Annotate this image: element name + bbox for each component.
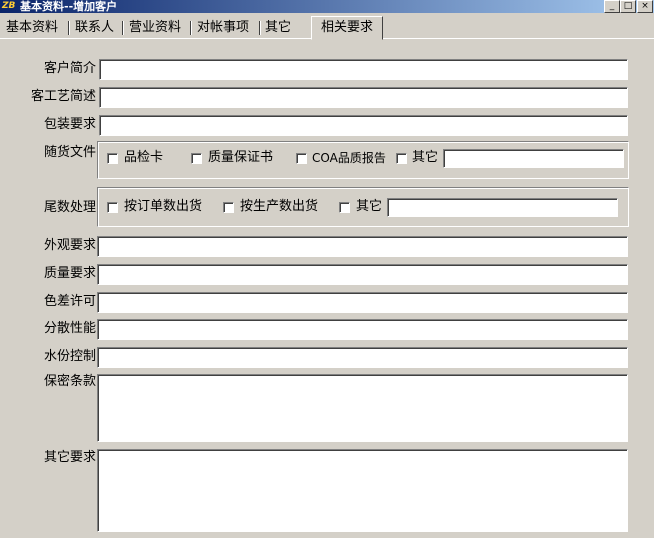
- qc-card-label: 品检卡: [124, 150, 164, 165]
- tab-requirements[interactable]: 相关要求: [311, 16, 383, 40]
- coa-report-label: COA品质报告: [312, 151, 386, 165]
- remainder-other-checkbox[interactable]: [339, 202, 350, 213]
- documents-other-label: 其它: [412, 150, 439, 165]
- tab-divider: [122, 21, 124, 35]
- coa-report-checkbox[interactable]: [296, 153, 307, 164]
- ship-by-order-checkbox[interactable]: [107, 202, 118, 213]
- remainder-other-label: 其它: [356, 199, 383, 214]
- moisture-label: 水份控制: [43, 349, 96, 364]
- tab-other[interactable]: 其它: [265, 19, 291, 37]
- color-diff-label: 色差许可: [43, 294, 96, 309]
- app-icon: ZB: [2, 1, 16, 11]
- process-desc-input[interactable]: [99, 87, 628, 108]
- process-desc-label: 客工艺简述: [30, 89, 96, 104]
- title-bar: ZB 基本资料--增加客户 _ □ ×: [0, 0, 654, 13]
- moisture-input[interactable]: [97, 347, 628, 368]
- ship-by-production-checkbox[interactable]: [223, 202, 234, 213]
- tab-divider: [190, 21, 192, 35]
- tab-divider: [68, 21, 70, 35]
- tab-reconciliation[interactable]: 对帐事项: [197, 19, 249, 37]
- appearance-input[interactable]: [97, 236, 628, 257]
- quality-input[interactable]: [97, 264, 628, 285]
- documents-other-checkbox[interactable]: [396, 153, 407, 164]
- close-button[interactable]: ×: [637, 0, 653, 13]
- tab-contacts[interactable]: 联系人: [75, 19, 114, 37]
- packaging-input[interactable]: [99, 115, 628, 136]
- maximize-button[interactable]: □: [620, 0, 636, 13]
- packaging-label: 包装要求: [43, 117, 96, 132]
- remainder-label: 尾数处理: [43, 200, 96, 215]
- tab-strip: 基本资料 联系人 营业资料 对帐事项 其它 相关要求: [0, 14, 654, 40]
- minimize-button[interactable]: _: [604, 0, 620, 13]
- customer-intro-label: 客户简介: [43, 61, 96, 76]
- window-title: 基本资料--增加客户: [20, 0, 118, 13]
- confidentiality-label: 保密条款: [43, 374, 96, 389]
- dispersion-input[interactable]: [97, 319, 628, 340]
- quality-label: 质量要求: [43, 266, 96, 281]
- color-diff-input[interactable]: [97, 292, 628, 313]
- tab-business-info[interactable]: 营业资料: [129, 19, 181, 37]
- ship-by-order-label: 按订单数出货: [124, 199, 203, 214]
- documents-label: 随货文件: [43, 145, 96, 160]
- ship-by-production-label: 按生产数出货: [240, 199, 319, 214]
- quality-certificate-label: 质量保证书: [208, 150, 274, 165]
- tab-divider: [259, 21, 261, 35]
- other-req-label: 其它要求: [43, 450, 96, 465]
- quality-certificate-checkbox[interactable]: [191, 153, 202, 164]
- tab-basic-info[interactable]: 基本资料: [6, 19, 58, 37]
- confidentiality-textarea[interactable]: [97, 374, 628, 442]
- other-req-textarea[interactable]: [97, 449, 628, 532]
- qc-card-checkbox[interactable]: [107, 153, 118, 164]
- customer-intro-input[interactable]: [99, 59, 628, 80]
- documents-other-input[interactable]: [443, 149, 624, 168]
- remainder-other-input[interactable]: [387, 198, 618, 217]
- appearance-label: 外观要求: [43, 238, 96, 253]
- dispersion-label: 分散性能: [43, 321, 96, 336]
